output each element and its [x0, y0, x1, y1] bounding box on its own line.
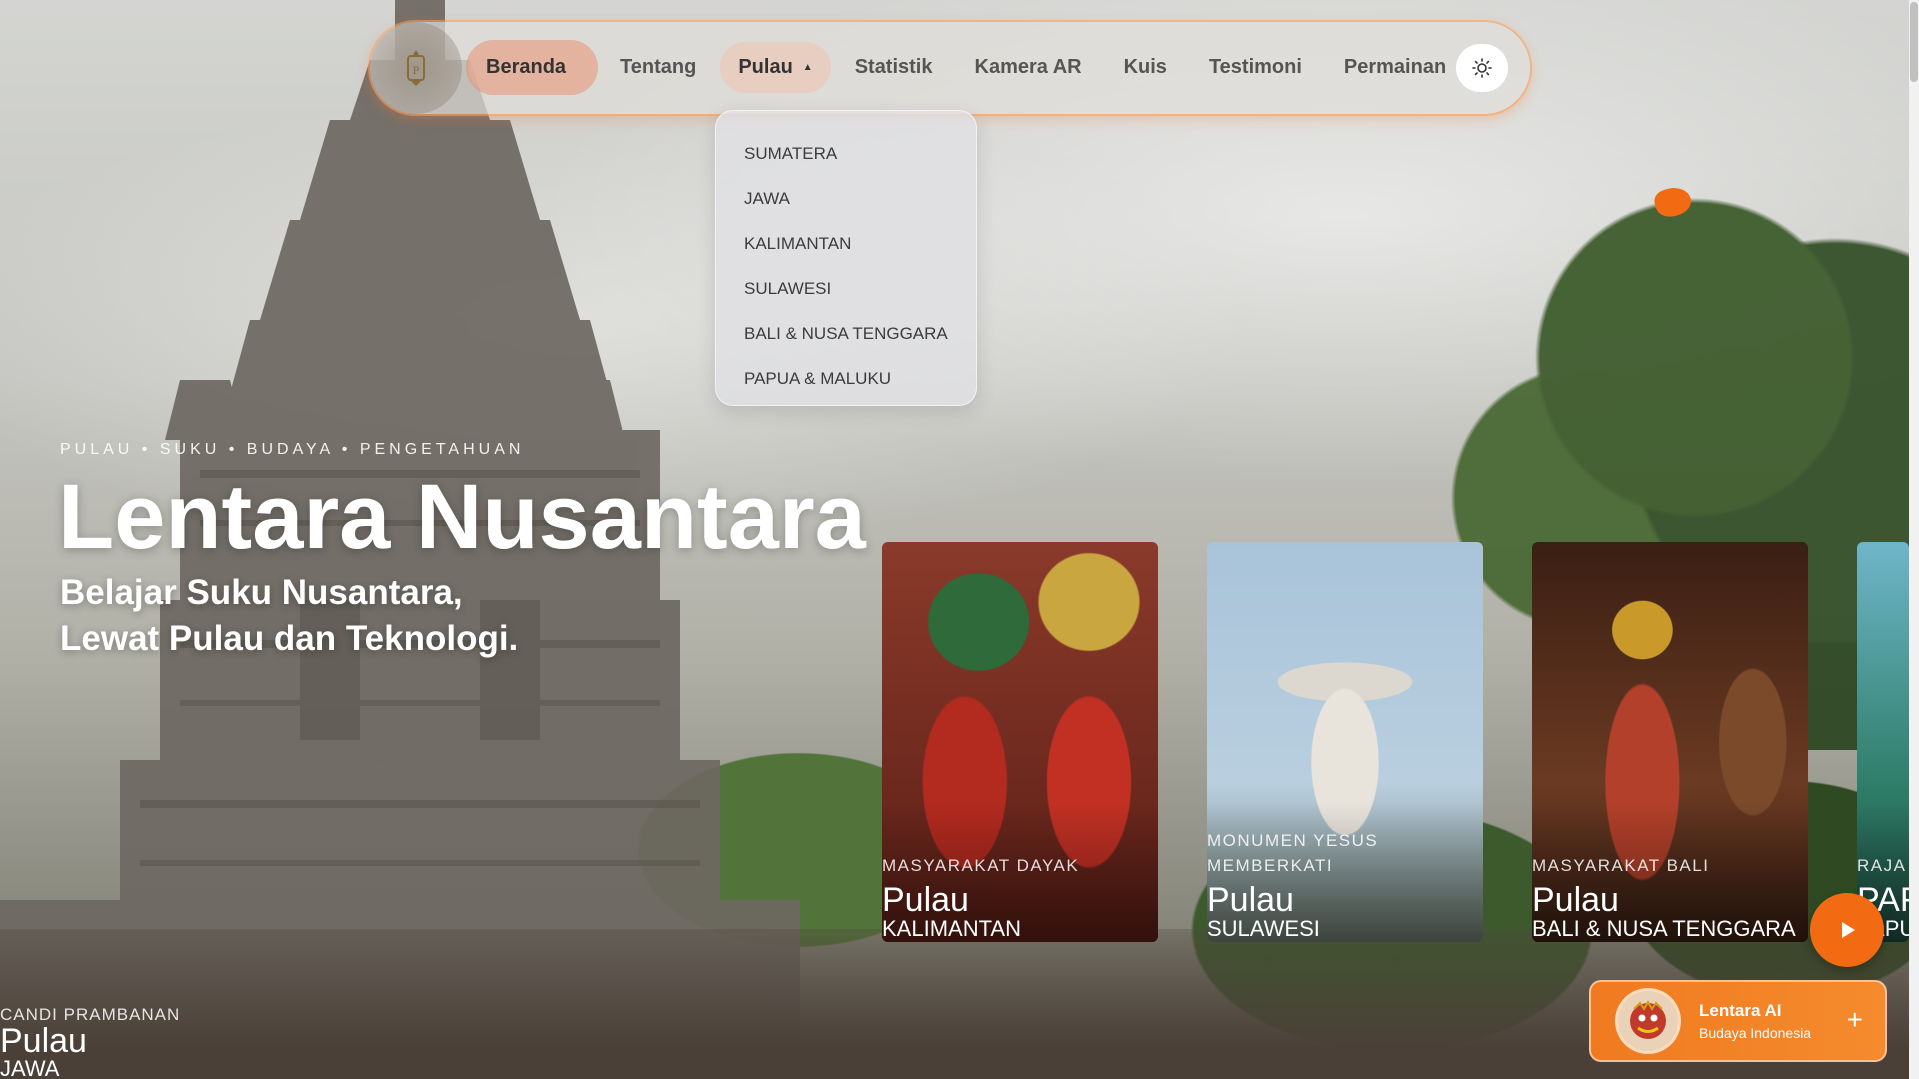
card-pulau: Pulau	[882, 881, 969, 919]
island-card-papua[interactable]: RAJA PAF PAPU	[1857, 542, 1909, 942]
caret-up-icon: ▲	[802, 62, 813, 73]
card-label: MASYARAKAT DAYAK	[882, 856, 1080, 875]
card-name: SULAWESI	[1207, 916, 1320, 941]
hero-title: Lentara Nusantara	[58, 466, 866, 568]
hero-eyebrow: PULAU • SUKU • BUDAYA • PENGETAHUAN	[60, 441, 525, 458]
ai-expand-button[interactable]: +	[1847, 1004, 1863, 1036]
lantern-logo-icon[interactable]: P	[370, 22, 462, 114]
ai-title: Lentara AI	[1699, 1001, 1782, 1020]
ai-text: Lentara AI Budaya Indonesia	[1699, 1001, 1811, 1041]
play-button[interactable]	[1810, 893, 1884, 967]
card-pulau: Pulau	[1207, 881, 1294, 919]
nav-item-kuis[interactable]: Kuis	[1106, 42, 1185, 93]
background-card-name: JAWA	[0, 1056, 60, 1079]
card-label: MASYARAKAT BALI	[1532, 856, 1710, 875]
theme-toggle-button[interactable]	[1456, 44, 1508, 92]
card-label: RAJA	[1857, 856, 1907, 875]
nav-items: Beranda Tentang Pulau ▲ Statistik Kamera…	[468, 42, 1470, 93]
mask-avatar-icon	[1630, 999, 1666, 1039]
card-name: KALIMANTAN	[882, 916, 1021, 941]
hero-subtitle: Belajar Suku Nusantara, Lewat Pulau dan …	[60, 570, 518, 662]
nav-item-label: Statistik	[854, 56, 933, 78]
card-label: MONUMEN YESUS MEMBERKATI	[1207, 831, 1379, 875]
hero-subtitle-line-2: Lewat Pulau dan Teknologi.	[60, 619, 519, 658]
island-card-bali[interactable]: MASYARAKAT BALI Pulau BALI & NUSA TENGGA…	[1532, 542, 1808, 942]
island-card-kalimantan[interactable]: MASYARAKAT DAYAK Pulau KALIMANTAN	[882, 542, 1158, 942]
dropdown-item-kalimantan[interactable]: KALIMANTAN	[744, 221, 948, 266]
dropdown-item-papua-maluku[interactable]: PAPUA & MALUKU	[744, 356, 948, 401]
nav-item-label: Kamera AR	[974, 56, 1082, 78]
nav-item-label: Kuis	[1123, 56, 1167, 78]
nav-item-beranda[interactable]: Beranda	[468, 42, 597, 93]
nav-item-label: Testimoni	[1208, 56, 1302, 78]
dropdown-item-sulawesi[interactable]: SULAWESI	[744, 266, 948, 311]
nav-item-kamera-ar[interactable]: Kamera AR	[957, 42, 1100, 93]
card-pulau: Pulau	[1532, 881, 1619, 919]
island-card-sulawesi[interactable]: MONUMEN YESUS MEMBERKATI Pulau SULAWESI	[1207, 542, 1483, 942]
nav-item-label: Permainan	[1343, 56, 1447, 78]
svg-text:P: P	[413, 63, 420, 77]
nav-item-label: Tentang	[620, 56, 697, 78]
ai-subtitle: Budaya Indonesia	[1699, 1025, 1812, 1041]
scrollbar-thumb[interactable]	[1910, 2, 1918, 82]
card-name: BALI & NUSA TENGGARA	[1532, 916, 1796, 941]
hero-subtitle-line-1: Belajar Suku Nusantara,	[60, 573, 463, 612]
pulau-dropdown-menu: SUMATERA JAWA KALIMANTAN SULAWESI BALI &…	[715, 110, 977, 406]
dropdown-item-bali-nusa-tenggara[interactable]: BALI & NUSA TENGGARA	[744, 311, 948, 356]
dropdown-item-jawa[interactable]: JAWA	[744, 176, 948, 221]
nav-item-label: Beranda	[486, 56, 567, 78]
sun-icon	[1472, 58, 1492, 78]
nav-item-statistik[interactable]: Statistik	[837, 42, 951, 93]
ai-avatar	[1615, 988, 1681, 1054]
play-icon	[1842, 922, 1855, 938]
nav-item-permainan[interactable]: Permainan	[1326, 42, 1464, 93]
nav-item-tentang[interactable]: Tentang	[602, 42, 714, 93]
nav-item-pulau[interactable]: Pulau ▲	[720, 42, 831, 93]
main-navbar: P Beranda Tentang Pulau ▲ Statistik Kame…	[370, 22, 1530, 114]
nav-item-label: Pulau	[738, 56, 793, 78]
nav-item-testimoni[interactable]: Testimoni	[1191, 42, 1320, 93]
lentara-ai-widget[interactable]: Lentara AI Budaya Indonesia +	[1589, 980, 1887, 1062]
page-scrollbar[interactable]	[1909, 0, 1919, 1079]
dropdown-item-sumatera[interactable]: SUMATERA	[744, 131, 948, 176]
